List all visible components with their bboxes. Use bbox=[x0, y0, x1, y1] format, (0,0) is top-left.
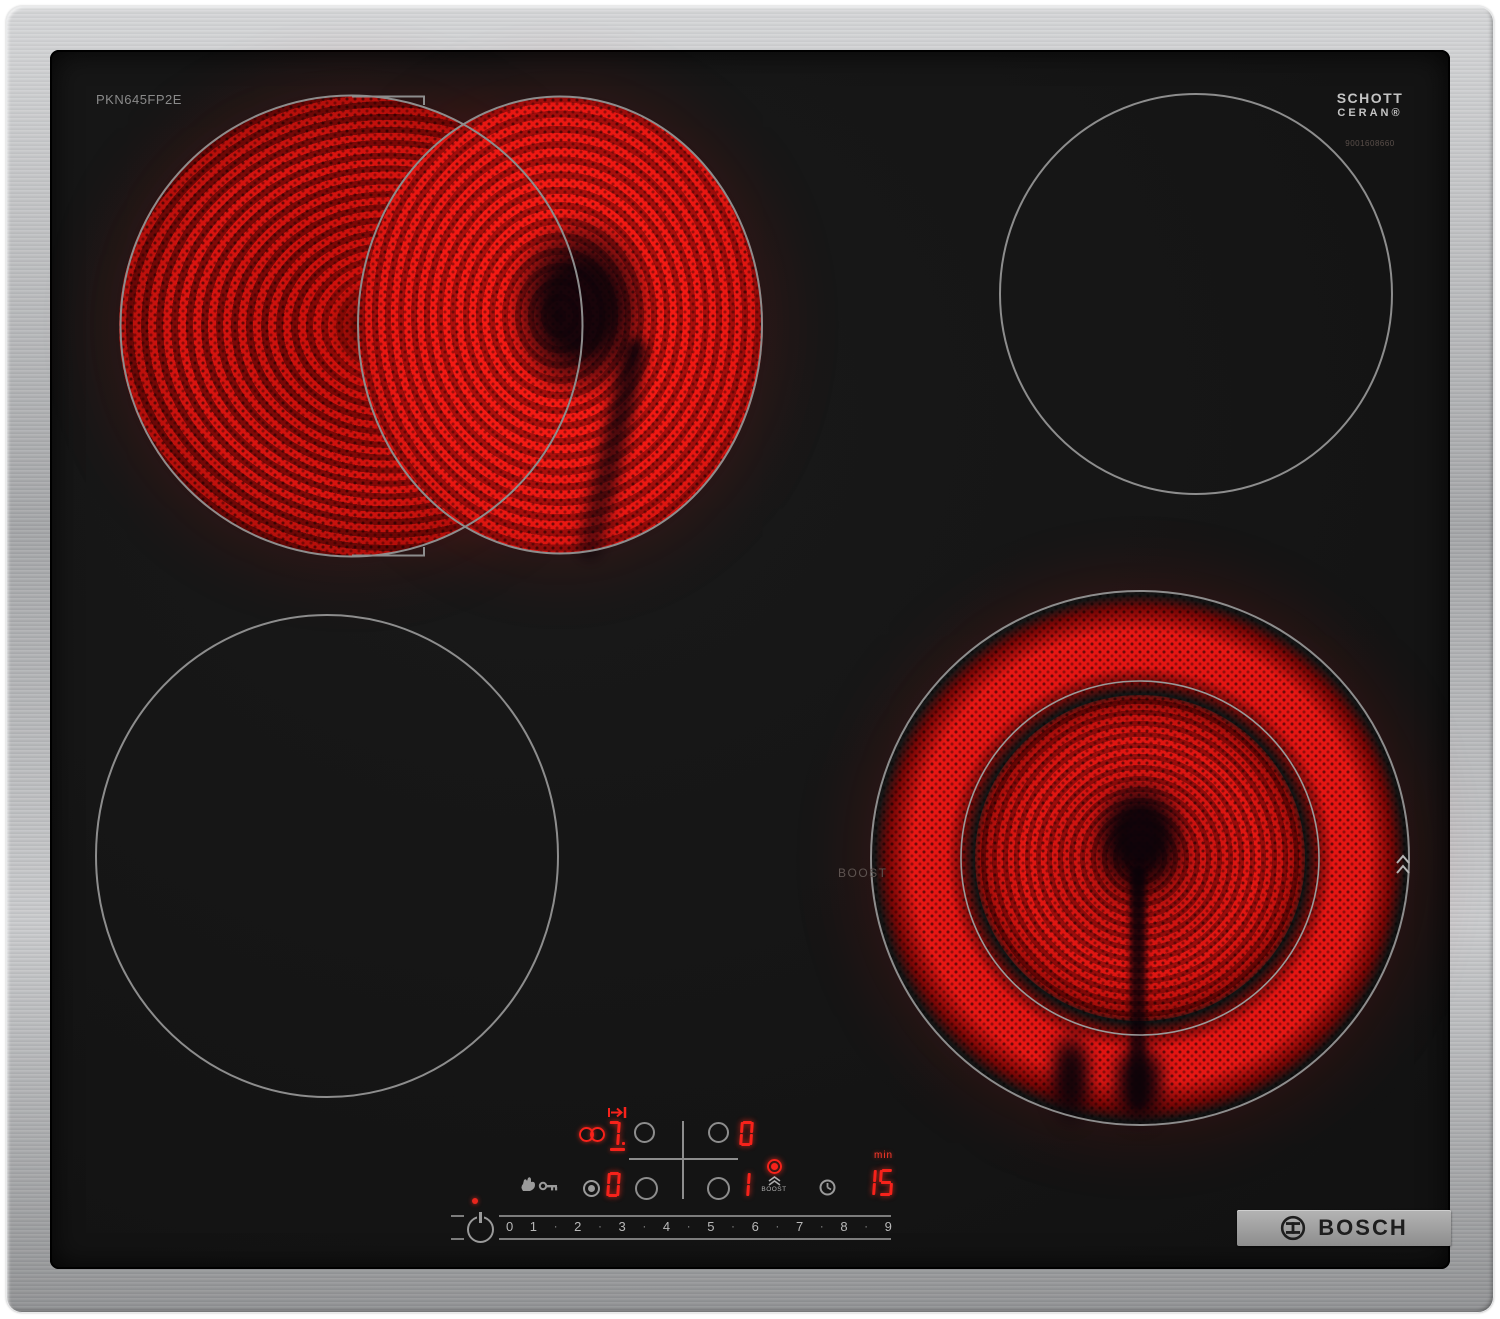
slider-level-7[interactable]: 7 bbox=[796, 1219, 803, 1234]
zone-select-rear-left[interactable] bbox=[634, 1122, 655, 1143]
burner-rear-left-glow-inner bbox=[357, 96, 763, 554]
power-icon bbox=[477, 1212, 484, 1223]
double-ring-red-icon bbox=[590, 1127, 605, 1142]
target-icon-center bbox=[771, 1163, 778, 1170]
arrow-to-bar-icon bbox=[608, 1107, 627, 1118]
zone-selector-cross-horizontal bbox=[629, 1158, 738, 1160]
display-timer-value bbox=[862, 1169, 896, 1196]
slider-dot-separator: · bbox=[731, 1219, 736, 1233]
slider-level-8[interactable]: 8 bbox=[840, 1219, 847, 1234]
power-indicator-led bbox=[472, 1198, 478, 1204]
zone-select-front-right[interactable] bbox=[707, 1177, 730, 1200]
double-chevron-up-icon bbox=[1396, 854, 1410, 874]
sensor-stem-shadow bbox=[1130, 865, 1146, 1110]
slider-level-9[interactable]: 9 bbox=[885, 1219, 892, 1234]
bosch-armature-icon bbox=[1281, 1215, 1306, 1241]
schott-logo-line2: CERAN® bbox=[1337, 107, 1403, 119]
slider-track-top-line bbox=[499, 1215, 891, 1217]
slider-level-3[interactable]: 3 bbox=[619, 1219, 626, 1234]
model-number: PKN645FP2E bbox=[96, 92, 182, 107]
hand-icon bbox=[521, 1177, 535, 1191]
key-icon bbox=[538, 1181, 548, 1191]
glass-print-number: 9001608660 bbox=[1345, 139, 1395, 148]
slider-dot-separator: · bbox=[819, 1219, 824, 1233]
timer-unit-label: min bbox=[874, 1150, 894, 1161]
seven-segment-digit bbox=[861, 1169, 877, 1196]
slider-dot-separator: · bbox=[864, 1219, 869, 1233]
bosch-logo-text: BOSCH bbox=[1318, 1215, 1408, 1240]
bosch-logo-badge: BOSCH bbox=[1237, 1210, 1451, 1246]
zone-select-front-left[interactable] bbox=[635, 1177, 658, 1200]
slider-dot-separator: · bbox=[775, 1219, 780, 1233]
display-rear-right-level bbox=[739, 1121, 756, 1146]
clock-icon[interactable] bbox=[819, 1179, 837, 1197]
slider-level-2[interactable]: 2 bbox=[574, 1219, 581, 1234]
slider-levels[interactable]: 0 1 · 2 · 3 · 4 · 5 · 6 · 7 · 8 · 9 bbox=[506, 1218, 892, 1234]
slider-level-4[interactable]: 4 bbox=[663, 1219, 670, 1234]
slider-level-6[interactable]: 6 bbox=[752, 1219, 759, 1234]
halftone-texture bbox=[357, 96, 763, 554]
seven-segment-digit bbox=[739, 1121, 754, 1146]
slider-level-0[interactable]: 0 bbox=[506, 1219, 513, 1234]
power-key-frame-line bbox=[451, 1238, 464, 1240]
boost-surface-label: BOOST bbox=[838, 866, 888, 880]
double-chevron-up-icon[interactable] bbox=[767, 1176, 783, 1186]
schott-logo-line1: SCHOTT bbox=[1336, 90, 1404, 106]
seven-segment-digit bbox=[878, 1169, 894, 1196]
display-front-left-level bbox=[606, 1172, 623, 1197]
seven-segment-digit bbox=[606, 1172, 621, 1197]
slider-track-bottom-line bbox=[499, 1238, 891, 1240]
slider-dot-separator: · bbox=[686, 1219, 691, 1233]
seven-segment-digit bbox=[736, 1172, 751, 1197]
double-ring-icon-center bbox=[588, 1185, 595, 1192]
display-rear-left-level bbox=[607, 1121, 627, 1146]
boost-key-label[interactable]: BOOST bbox=[757, 1186, 791, 1193]
rear-left-dash-indicator bbox=[610, 1148, 625, 1151]
decimal-dot bbox=[622, 1142, 625, 1145]
seven-segment-digit bbox=[606, 1121, 621, 1146]
power-key-frame-line bbox=[451, 1215, 464, 1217]
hand-and-key-icon[interactable] bbox=[517, 1175, 561, 1195]
zone-selector-cross-vertical bbox=[682, 1121, 684, 1199]
slider-dot-separator: · bbox=[553, 1219, 558, 1233]
slider-level-5[interactable]: 5 bbox=[707, 1219, 714, 1234]
zone-select-rear-right[interactable] bbox=[708, 1122, 729, 1143]
schott-ceran-logo: SCHOTT CERAN® bbox=[1328, 90, 1412, 119]
cooktop-product-photo: PKN645FP2E SCHOTT CERAN® 9001608660 BOOS… bbox=[0, 0, 1500, 1319]
slider-dot-separator: · bbox=[642, 1219, 647, 1233]
display-front-right-level bbox=[737, 1172, 753, 1197]
slider-level-1[interactable]: 1 bbox=[530, 1219, 537, 1234]
slider-dot-separator: · bbox=[597, 1219, 602, 1233]
